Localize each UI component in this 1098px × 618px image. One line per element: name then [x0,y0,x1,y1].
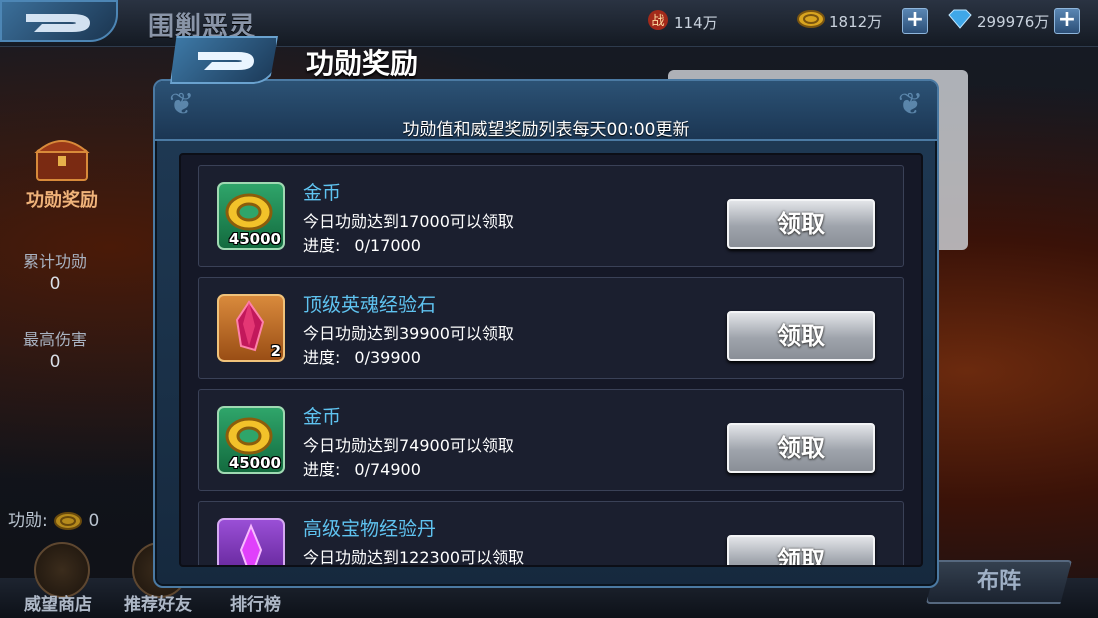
reward-row: 45000 金币 今日功勋达到17000可以领取 进度: 0/17000 领取 [198,165,904,267]
claim-button[interactable]: 领取 [727,535,875,565]
item-requirement: 今日功勋达到17000可以领取 [303,212,514,231]
progress-label: 进度: [303,236,341,255]
dialog-title: 功勋奖励 [306,47,419,80]
claim-button[interactable]: 领取 [727,311,875,361]
battle-power-icon: 战 [645,9,671,38]
gold-coin-icon[interactable]: 45000 [217,182,285,250]
claim-button[interactable]: 领取 [727,199,875,249]
progress-value: 0/74900 [354,460,421,479]
item-progress: 进度: 0/39900 [303,344,421,368]
progress-label: 进度: [303,348,341,367]
gold-display: 1812万 [796,9,882,33]
refresh-notice: 功勋值和威望奖励列表每天00:00更新 [402,120,690,140]
progress-label: 进度: [303,460,341,479]
item-requirement: 今日功勋达到39900可以领取 [303,324,514,343]
gold-coin-icon[interactable]: 45000 [217,406,285,474]
merit-counter: 功勋: 0 [8,506,99,531]
dialog-back-button[interactable] [170,36,278,84]
item-name: 顶级英魂经验石 [303,294,437,316]
svg-text:战: 战 [651,14,664,29]
merit-coin-icon [53,511,88,531]
merit-value: 0 [88,511,100,531]
item-requirement: 今日功勋达到122300可以领取 [303,548,525,567]
reward-row: 2 顶级英魂经验石 今日功勋达到39900可以领取 进度: 0/39900 领取 [198,277,904,379]
power-display: 战 114万 [645,9,718,33]
merit-reward-tab-label: 功勋奖励 [26,190,98,211]
recommend-friends-button[interactable]: 推荐好友 [124,590,192,615]
reward-row: 45000 金币 今日功勋达到74900可以领取 进度: 0/74900 领取 [198,389,904,491]
formation-button[interactable]: 布阵 [926,560,1072,604]
ranking-button[interactable]: 排行榜 [230,590,281,615]
prestige-shop-button[interactable]: 威望商店 [24,590,92,615]
gold-value: 1812万 [829,13,883,31]
add-gems-button[interactable]: + [1054,8,1080,34]
item-name: 金币 [303,406,342,428]
cumulative-merit-stat: 累计功勋 0 [0,248,110,294]
progress-value: 0/39900 [354,348,421,367]
highest-damage-stat: 最高伤害 0 [0,326,110,372]
item-quantity: 45000 [228,454,281,472]
back-button[interactable] [0,0,118,42]
top-bar: 围剿恶灵 战 114万 1812万 + 299976万 + [0,0,1098,47]
item-progress: 进度: 0/17000 [303,232,421,256]
highest-damage-value: 0 [49,352,61,372]
merit-reward-tab[interactable]: 功勋奖励 [16,130,108,212]
back-arrow-icon [26,14,90,32]
item-quantity: 45000 [228,230,281,248]
item-name: 高级宝物经验丹 [303,518,437,540]
crystal-stone-icon[interactable]: 2 [217,294,285,362]
treasure-chest-icon [31,130,93,184]
reward-row: 高级宝物经验丹 今日功勋达到122300可以领取 领取 [198,501,904,567]
dialog-header: ❦ ❦ 功勋值和威望奖励列表每天00:00更新 [155,81,937,141]
gems-display: 299976万 [946,9,1049,33]
gems-value: 299976万 [977,13,1050,31]
item-requirement: 今日功勋达到74900可以领取 [303,436,514,455]
purple-pill-icon[interactable] [217,518,285,565]
merit-label: 功勋: [8,511,48,531]
cumulative-merit-value: 0 [49,274,61,294]
item-quantity: 2 [270,342,281,360]
cumulative-merit-label: 累计功勋 [22,252,87,271]
reward-list[interactable]: 45000 金币 今日功勋达到17000可以领取 进度: 0/17000 领取 2… [179,153,923,567]
power-value: 114万 [674,14,718,32]
add-gold-button[interactable]: + [902,8,928,34]
diamond-icon [946,9,974,36]
gold-coin-icon [796,9,826,36]
item-progress: 进度: 0/74900 [303,456,421,480]
back-arrow-icon [198,52,254,70]
item-name: 金币 [303,182,342,204]
highest-damage-label: 最高伤害 [22,330,87,349]
merit-reward-dialog: ❦ ❦ 功勋值和威望奖励列表每天00:00更新 45000 金币 今日功勋达到1… [153,79,939,588]
claim-button[interactable]: 领取 [727,423,875,473]
progress-value: 0/17000 [354,236,421,255]
